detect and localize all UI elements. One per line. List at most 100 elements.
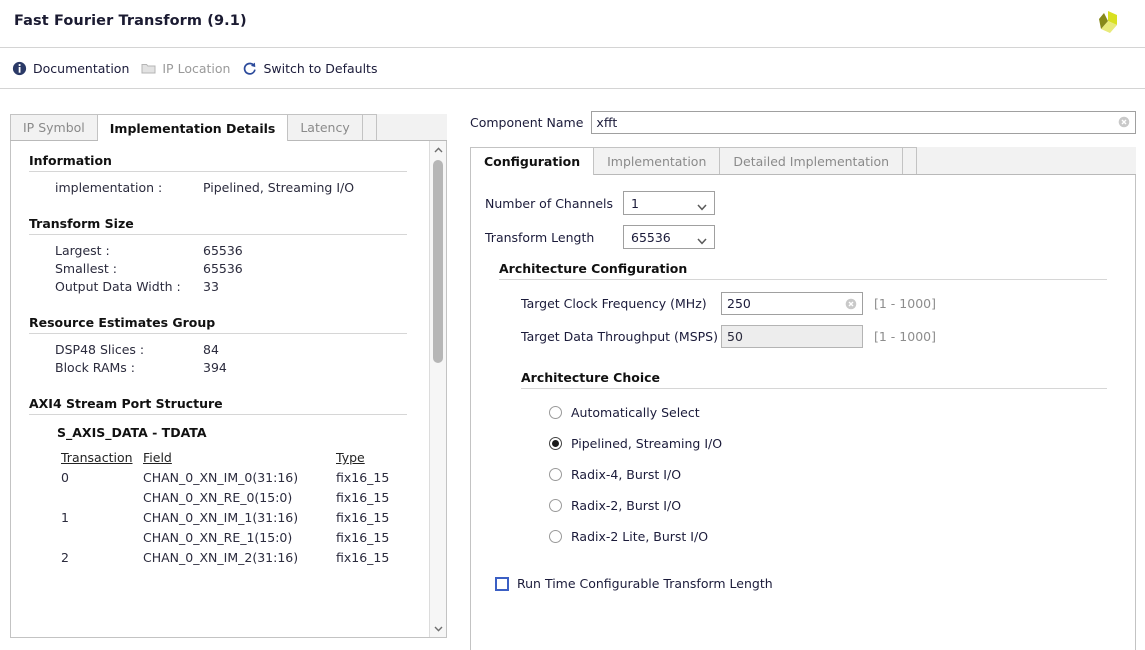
number-of-channels-label: Number of Channels <box>485 195 614 211</box>
resource-value-block-rams: 394 <box>203 360 227 375</box>
axi4-rule <box>29 414 407 415</box>
tab-latency[interactable]: Latency <box>288 114 363 140</box>
radio-button-icon <box>549 530 562 543</box>
transform-size-heading: Transform Size <box>29 216 134 231</box>
cell-transaction: 2 <box>61 550 69 565</box>
scrollbar-thumb[interactable] <box>433 160 443 363</box>
cell-type: fix16_15 <box>336 510 390 525</box>
cell-type: fix16_15 <box>336 530 390 545</box>
component-name-label: Component Name <box>470 114 584 130</box>
folder-icon <box>141 61 156 76</box>
radio-label-radix-2-lite-burst-io: Radix-2 Lite, Burst I/O <box>571 529 709 544</box>
architecture-configuration-heading: Architecture Configuration <box>499 261 688 276</box>
table-row: 2 CHAN_0_XN_IM_2(31:16) fix16_15 <box>61 550 389 570</box>
page-title: Fast Fourier Transform (9.1) <box>14 13 247 29</box>
left-panel-scrollbar[interactable] <box>429 141 446 637</box>
gap-2 <box>11 297 429 315</box>
target-clock-frequency-row: Target Clock Frequency (MHz) [1 - 1000] <box>521 292 1121 315</box>
axi4-port-table: Transaction Field Type 0 CHAN_0_XN_IM_0(… <box>61 450 389 570</box>
radio-automatically-select[interactable]: Automatically Select <box>549 405 1121 420</box>
vendor-logo-icon <box>1089 6 1127 42</box>
tab-detailed-implementation[interactable]: Detailed Implementation <box>720 147 904 174</box>
information-heading: Information <box>29 153 112 168</box>
radio-pipelined-streaming-io[interactable]: Pipelined, Streaming I/O <box>549 436 1121 451</box>
column-header-transaction: Transaction <box>61 450 133 465</box>
gap-1 <box>11 198 429 216</box>
right-tab-strip: Configuration Implementation Detailed Im… <box>470 147 1136 175</box>
resource-row-block-rams: Block RAMs : 394 <box>11 360 429 375</box>
radio-radix-2-lite-burst-io[interactable]: Radix-2 Lite, Burst I/O <box>549 529 1121 544</box>
target-data-throughput-field <box>721 325 863 348</box>
cell-transaction <box>61 490 143 510</box>
tab-strip-filler <box>362 114 377 140</box>
transform-key-largest: Largest : <box>55 243 110 258</box>
tab-implementation-details[interactable]: Implementation Details <box>97 114 289 141</box>
info-row-implementation: implementation : Pipelined, Streaming I/… <box>11 180 429 195</box>
radio-label-radix-2-burst-io: Radix-2, Burst I/O <box>571 498 682 513</box>
transform-length-label: Transform Length <box>485 229 595 245</box>
run-time-configurable-transform-length-row[interactable]: Run Time Configurable Transform Length <box>495 576 1121 591</box>
left-tab-strip: IP Symbol Implementation Details Latency <box>10 114 447 141</box>
target-clock-frequency-input[interactable] <box>722 296 862 311</box>
transform-key-output-data-width: Output Data Width : <box>55 279 181 294</box>
cell-type: fix16_15 <box>336 490 390 505</box>
ip-location-button[interactable]: IP Location <box>137 58 238 79</box>
clear-circle-icon[interactable] <box>845 298 857 310</box>
table-row: CHAN_0_XN_RE_1(15:0) fix16_15 <box>61 530 389 550</box>
cell-field: CHAN_0_XN_RE_0(15:0) <box>143 490 293 505</box>
chevron-down-icon <box>697 234 707 248</box>
tab-ip-symbol[interactable]: IP Symbol <box>10 114 98 140</box>
information-rule <box>29 171 407 172</box>
tab-configuration[interactable]: Configuration <box>470 147 595 175</box>
resource-estimates-heading: Resource Estimates Group <box>29 315 216 330</box>
architecture-configuration-rule <box>499 279 1107 280</box>
resource-value-dsp48: 84 <box>203 342 219 357</box>
checkbox-icon[interactable] <box>495 576 509 591</box>
radio-label-automatically-select: Automatically Select <box>571 405 700 420</box>
target-clock-frequency-field[interactable] <box>721 292 863 315</box>
transform-value-smallest: 65536 <box>203 261 243 276</box>
radio-label-radix-4-burst-io: Radix-4, Burst I/O <box>571 467 682 482</box>
target-clock-frequency-range: [1 - 1000] <box>874 296 936 311</box>
documentation-button[interactable]: Documentation <box>8 58 137 79</box>
tab-implementation[interactable]: Implementation <box>594 147 721 174</box>
configuration-panel: Component Name Configuration Implementat… <box>470 110 1136 650</box>
component-name-field[interactable] <box>591 110 1136 134</box>
scroll-down-button[interactable] <box>430 620 446 637</box>
left-panel-body: Information implementation : Pipelined, … <box>10 141 447 638</box>
cell-transaction: 0 <box>61 470 69 485</box>
transform-value-output-data-width: 33 <box>203 279 219 294</box>
ip-location-label: IP Location <box>162 61 231 76</box>
cell-field: CHAN_0_XN_IM_0(31:16) <box>143 470 299 485</box>
number-of-channels-row: Number of Channels 1 <box>485 191 1121 215</box>
table-row: 0 CHAN_0_XN_IM_0(31:16) fix16_15 <box>61 470 389 490</box>
left-panel-content: Information implementation : Pipelined, … <box>11 141 429 637</box>
cell-field: CHAN_0_XN_IM_1(31:16) <box>143 510 299 525</box>
clear-circle-icon[interactable] <box>1118 116 1130 128</box>
ip-configuration-window: Fast Fourier Transform (9.1) Documentati… <box>0 0 1145 650</box>
configuration-tab-content: Number of Channels 1 Transform Length 65… <box>470 175 1136 650</box>
cell-type: fix16_15 <box>336 470 390 485</box>
table-header-row: Transaction Field Type <box>61 450 389 470</box>
number-of-channels-select[interactable]: 1 <box>623 191 715 215</box>
resource-estimates-rule <box>29 333 407 334</box>
documentation-label: Documentation <box>33 61 130 76</box>
scroll-up-button[interactable] <box>430 141 446 158</box>
radio-radix-4-burst-io[interactable]: Radix-4, Burst I/O <box>549 467 1121 482</box>
chevron-down-icon <box>697 200 707 214</box>
radio-radix-2-burst-io[interactable]: Radix-2, Burst I/O <box>549 498 1121 513</box>
component-name-input[interactable] <box>592 114 1135 130</box>
target-data-throughput-input <box>722 329 862 344</box>
switch-to-defaults-label: Switch to Defaults <box>263 61 378 76</box>
toolbar: Documentation IP Location Switch to Defa… <box>0 49 1145 89</box>
cell-transaction: 1 <box>61 510 69 525</box>
transform-key-smallest: Smallest : <box>55 261 118 276</box>
resource-key-dsp48: DSP48 Slices : <box>55 342 145 357</box>
switch-to-defaults-button[interactable]: Switch to Defaults <box>238 58 385 79</box>
radio-button-selected-icon <box>549 437 562 450</box>
table-row: 1 CHAN_0_XN_IM_1(31:16) fix16_15 <box>61 510 389 530</box>
transform-length-select[interactable]: 65536 <box>623 225 715 249</box>
cell-type: fix16_15 <box>336 550 390 565</box>
transform-length-value: 65536 <box>631 229 671 245</box>
transform-size-rule <box>29 234 407 235</box>
